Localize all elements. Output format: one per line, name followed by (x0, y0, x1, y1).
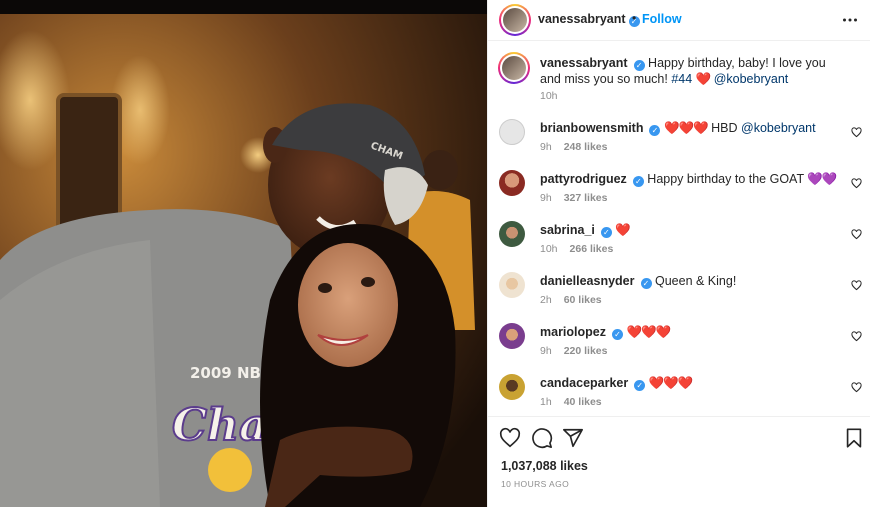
verified-icon: ✓ (649, 125, 661, 136)
separator-dot: • (632, 11, 637, 25)
post-photo[interactable]: 2009 NBA Cha CHAM (0, 0, 487, 507)
commenter-avatar[interactable] (499, 119, 525, 145)
comment-like-heart-icon[interactable] (851, 127, 862, 138)
comment-purple-hearts: 💜💜 (807, 172, 837, 186)
follow-button[interactable]: Follow (642, 12, 682, 26)
comment-time[interactable]: 1h (540, 396, 552, 408)
comment-username[interactable]: candaceparker (540, 376, 628, 390)
comment-time[interactable]: 10h (540, 243, 558, 255)
verified-icon: ✓ (612, 329, 623, 340)
comment-likes[interactable]: 266 likes (570, 243, 614, 255)
post-side-panel: vanessabryant ✓ • Follow vanessabryant ✓ H… (487, 0, 870, 507)
bookmark-icon[interactable] (843, 427, 865, 449)
comment-hearts: ❤️❤️❤️ (626, 325, 671, 339)
comment-text: HBD (711, 121, 742, 135)
comment-body: mariolopez ✓ ❤️❤️❤️ (540, 325, 842, 341)
comment-like-heart-icon[interactable] (851, 178, 862, 189)
verified-icon: ✓ (632, 176, 644, 187)
comment-likes[interactable]: 327 likes (564, 192, 608, 204)
caption-username[interactable]: vanessabryant (540, 56, 628, 70)
comment-time[interactable]: 9h (540, 141, 552, 153)
comment-likes[interactable]: 60 likes (564, 294, 602, 306)
comment-hearts: ❤️❤️❤️ (648, 376, 694, 390)
comment-body: sabrina_i ✓ ❤️ (540, 223, 842, 239)
verified-icon: ✓ (640, 278, 652, 289)
post-header: vanessabryant ✓ • Follow (488, 0, 870, 41)
comment-username[interactable]: brianbowensmith (540, 121, 643, 135)
comment-username[interactable]: danielleasnyder (540, 274, 635, 288)
comment-hearts: ❤️❤️❤️ (663, 121, 709, 135)
comment-likes[interactable]: 220 likes (564, 345, 608, 357)
shirt-text-script: Cha (172, 400, 268, 451)
commenter-avatar[interactable] (499, 272, 525, 298)
comment-meta: 9h 248 likes (540, 141, 607, 153)
heart-icon[interactable] (499, 427, 521, 449)
comment-likes[interactable]: 40 likes (564, 396, 602, 408)
share-icon[interactable] (562, 427, 584, 449)
comment-like-heart-icon[interactable] (851, 280, 862, 291)
comment-body: brianbowensmith ✓ ❤️❤️❤️ HBD @kobebryant (540, 121, 842, 137)
caption-avatar (502, 56, 526, 80)
more-icon[interactable] (842, 12, 858, 28)
comment-body: pattyrodriguez ✓ Happy birthday to the GO… (540, 172, 842, 188)
commenter-avatar[interactable] (499, 374, 525, 400)
comment-time[interactable]: 9h (540, 345, 552, 357)
comment-username[interactable]: sabrina_i (540, 223, 595, 237)
verified-icon: ✓ (633, 60, 645, 71)
post-image: 2009 NBA Cha CHAM (0, 0, 487, 507)
comment-username[interactable]: mariolopez (540, 325, 606, 339)
comment-time[interactable]: 9h (540, 192, 552, 204)
author-avatar-ring[interactable] (499, 4, 531, 36)
comment-meta: 2h 60 likes (540, 294, 602, 306)
comment-likes[interactable]: 248 likes (564, 141, 608, 153)
caption-mention[interactable]: @kobebryant (714, 72, 789, 86)
caption-heart-emoji: ❤️ (695, 71, 712, 86)
caption-time[interactable]: 10h (540, 90, 558, 102)
author-username-text: vanessabryant (538, 12, 626, 26)
comment-meta: 1h 40 likes (540, 396, 602, 408)
post-timestamp[interactable]: 10 HOURS AGO (501, 479, 569, 489)
author-username[interactable]: vanessabryant ✓ (538, 12, 640, 27)
author-avatar (503, 8, 527, 32)
comment-like-heart-icon[interactable] (851, 331, 862, 342)
comment-text: Happy birthday to the GOAT (647, 172, 808, 186)
comment-meta: 9h 220 likes (540, 345, 607, 357)
comment-body: danielleasnyder ✓ Queen & King! (540, 274, 842, 290)
comment-time[interactable]: 2h (540, 294, 552, 306)
comment-like-heart-icon[interactable] (851, 382, 862, 393)
verified-icon: ✓ (634, 380, 646, 391)
comment-hearts: ❤️ (615, 223, 631, 237)
comment-like-heart-icon[interactable] (851, 229, 862, 240)
commenter-avatar[interactable] (499, 170, 525, 196)
comment-username[interactable]: pattyrodriguez (540, 172, 627, 186)
comment-body: candaceparker ✓ ❤️❤️❤️ (540, 376, 842, 392)
comment-meta: 9h 327 likes (540, 192, 607, 204)
comment-mention[interactable]: @kobebryant (741, 121, 816, 135)
caption-body: vanessabryant ✓ Happy birthday, baby! I l… (540, 56, 842, 87)
caption-hashtag[interactable]: #44 (671, 72, 692, 86)
comment-meta: 10h 266 likes (540, 243, 613, 255)
commenter-avatar[interactable] (499, 221, 525, 247)
comment-text: Queen & King! (654, 274, 737, 288)
commenter-avatar[interactable] (499, 323, 525, 349)
comment-icon[interactable] (531, 427, 553, 449)
like-count[interactable]: 1,037,088 likes (501, 459, 588, 473)
verified-icon: ✓ (600, 227, 612, 238)
post-actions: 1,037,088 likes 10 HOURS AGO (488, 416, 870, 507)
caption-avatar-ring[interactable] (498, 52, 530, 84)
